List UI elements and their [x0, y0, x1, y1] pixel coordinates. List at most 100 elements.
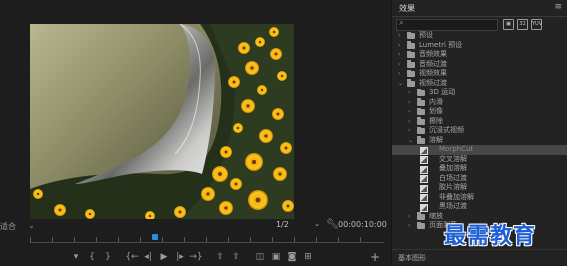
- multicam-icon[interactable]: ⊞: [300, 250, 316, 264]
- chevron-right-icon[interactable]: ›: [398, 69, 405, 79]
- extract-icon[interactable]: ⇪: [228, 250, 244, 264]
- folder-item[interactable]: › 沉浸式视频: [392, 126, 567, 136]
- ruler-tick: [184, 237, 185, 242]
- panel-footer: 基本图形: [392, 249, 567, 266]
- time-ruler[interactable]: [30, 233, 384, 245]
- ruler-tick: [338, 237, 339, 242]
- ruler-tick: [294, 237, 295, 242]
- effect-item[interactable]: 交叉溶解: [392, 155, 567, 164]
- camera-icon[interactable]: ◙: [284, 250, 300, 264]
- 32bit-effects-filter-icon[interactable]: 32: [517, 19, 528, 30]
- folder-item[interactable]: › 内滑: [392, 98, 567, 108]
- wrench-icon[interactable]: 🔧︎: [326, 219, 339, 230]
- video-frame: [30, 24, 294, 219]
- folder-item[interactable]: › 音频效果: [392, 50, 567, 60]
- out-point-icon[interactable]: }: [100, 250, 116, 264]
- effect-item[interactable]: 胶片溶解: [392, 183, 567, 193]
- folder-item[interactable]: › 视频效果: [392, 69, 567, 79]
- effect-item[interactable]: MorphCut: [392, 145, 567, 155]
- playback-resolution-value: 1/2: [276, 220, 289, 229]
- tree-item-label: 视频过渡: [419, 78, 447, 87]
- chevron-right-icon[interactable]: ›: [408, 117, 415, 127]
- transition-icon: [420, 203, 428, 212]
- folder-icon: [417, 107, 425, 115]
- playback-resolution-select[interactable]: 1/2 ⌄: [276, 220, 320, 231]
- chevron-right-icon[interactable]: ›: [408, 88, 415, 98]
- chevron-right-icon[interactable]: ›: [398, 60, 405, 70]
- essential-graphics-tab[interactable]: 基本图形: [398, 253, 426, 263]
- tree-item-label: 沉浸式视频: [429, 126, 464, 134]
- folder-item[interactable]: › 预设: [392, 31, 567, 41]
- ruler-tick: [206, 237, 207, 242]
- folder-item[interactable]: › 3D 运动: [392, 88, 567, 98]
- tree-item-label: 叠加溶解: [439, 164, 467, 172]
- tree-item-label: 非叠加溶解: [439, 192, 474, 201]
- chevron-right-icon[interactable]: ›: [408, 126, 415, 136]
- transition-icon: [420, 156, 428, 164]
- compare-icon[interactable]: ▣: [268, 250, 284, 264]
- play-icon[interactable]: ▶: [156, 250, 172, 264]
- lift-icon[interactable]: ⇧: [212, 250, 228, 264]
- ruler-tick: [360, 237, 361, 242]
- ruler-track: [30, 242, 384, 243]
- folder-icon: [417, 212, 425, 220]
- folder-item[interactable]: › 音频过渡: [392, 60, 567, 70]
- tree-item-label: 视频效果: [419, 69, 447, 77]
- duration-timecode: 00:00:10:00: [338, 220, 387, 229]
- panel-title[interactable]: 效果: [399, 3, 415, 14]
- marker-icon[interactable]: ▾: [68, 250, 84, 264]
- folder-icon: [417, 136, 425, 144]
- in-point-icon[interactable]: {: [84, 250, 100, 264]
- folder-item[interactable]: ⌄ 视频过渡: [392, 79, 567, 89]
- tree-item-label: Lumetri 预设: [419, 40, 463, 49]
- folder-icon: [417, 88, 425, 96]
- transport-controls: ▾ { } {← ◂| ▶ |▸ →} ⇧ ⇪ ◫ ▣ ◙ ⊞: [68, 250, 316, 264]
- accelerated-effects-filter-icon[interactable]: ▣: [503, 19, 514, 30]
- transition-icon: [420, 165, 428, 174]
- effect-item[interactable]: 非叠加溶解: [392, 192, 567, 202]
- chevron-right-icon[interactable]: ›: [398, 31, 405, 41]
- export-frame-icon[interactable]: ◫: [252, 250, 268, 264]
- separator: [244, 250, 252, 264]
- chevron-right-icon[interactable]: ›: [398, 41, 405, 51]
- ruler-tick: [272, 237, 273, 242]
- tree-item-label: 音频效果: [419, 50, 447, 58]
- tree-item-label: 擦除: [429, 116, 443, 125]
- panel-menu-icon[interactable]: ≡: [554, 2, 562, 12]
- chevron-right-icon[interactable]: ›: [408, 221, 415, 231]
- playhead[interactable]: [152, 234, 158, 240]
- add-button-icon[interactable]: +: [370, 250, 380, 264]
- ruler-tick: [52, 237, 53, 242]
- fit-dropdown-icon[interactable]: ⌄: [28, 221, 35, 230]
- chevron-right-icon[interactable]: ›: [408, 212, 415, 222]
- search-icon: ⌕: [399, 18, 405, 28]
- effect-item[interactable]: 白场过渡: [392, 173, 567, 183]
- ruler-tick: [30, 237, 31, 242]
- effects-search-input[interactable]: ⌕: [396, 18, 498, 31]
- chevron-right-icon[interactable]: ›: [408, 107, 415, 117]
- fit-label[interactable]: 适合: [0, 221, 16, 232]
- folder-icon: [417, 117, 425, 125]
- step-forward-icon[interactable]: |▸: [172, 250, 188, 264]
- effect-item[interactable]: 黑场过渡: [392, 202, 567, 212]
- chevron-down-icon[interactable]: ⌄: [398, 79, 405, 89]
- watermark-logo: 最需教育: [444, 223, 537, 249]
- chevron-right-icon[interactable]: ›: [408, 98, 415, 108]
- step-back-icon[interactable]: ◂|: [140, 250, 156, 264]
- yuv-effects-filter-icon[interactable]: YUV: [531, 19, 542, 30]
- go-to-in-icon[interactable]: {←: [124, 250, 140, 264]
- chevron-right-icon[interactable]: ›: [398, 50, 405, 60]
- folder-item[interactable]: › 划像: [392, 107, 567, 117]
- separator: [204, 250, 212, 264]
- folder-icon: [407, 79, 415, 87]
- folder-item[interactable]: › Lumetri 预设: [392, 41, 567, 51]
- separator: [116, 250, 124, 264]
- effect-item[interactable]: 叠加溶解: [392, 164, 567, 174]
- tree-item-label: 音频过渡: [419, 59, 447, 68]
- go-to-out-icon[interactable]: →}: [188, 250, 204, 264]
- chevron-down-icon[interactable]: ⌄: [408, 136, 415, 146]
- ruler-tick: [118, 237, 119, 242]
- tree-item-label: 白场过渡: [439, 173, 467, 182]
- folder-item[interactable]: › 擦除: [392, 117, 567, 127]
- folder-item[interactable]: ⌄ 溶解: [392, 136, 567, 146]
